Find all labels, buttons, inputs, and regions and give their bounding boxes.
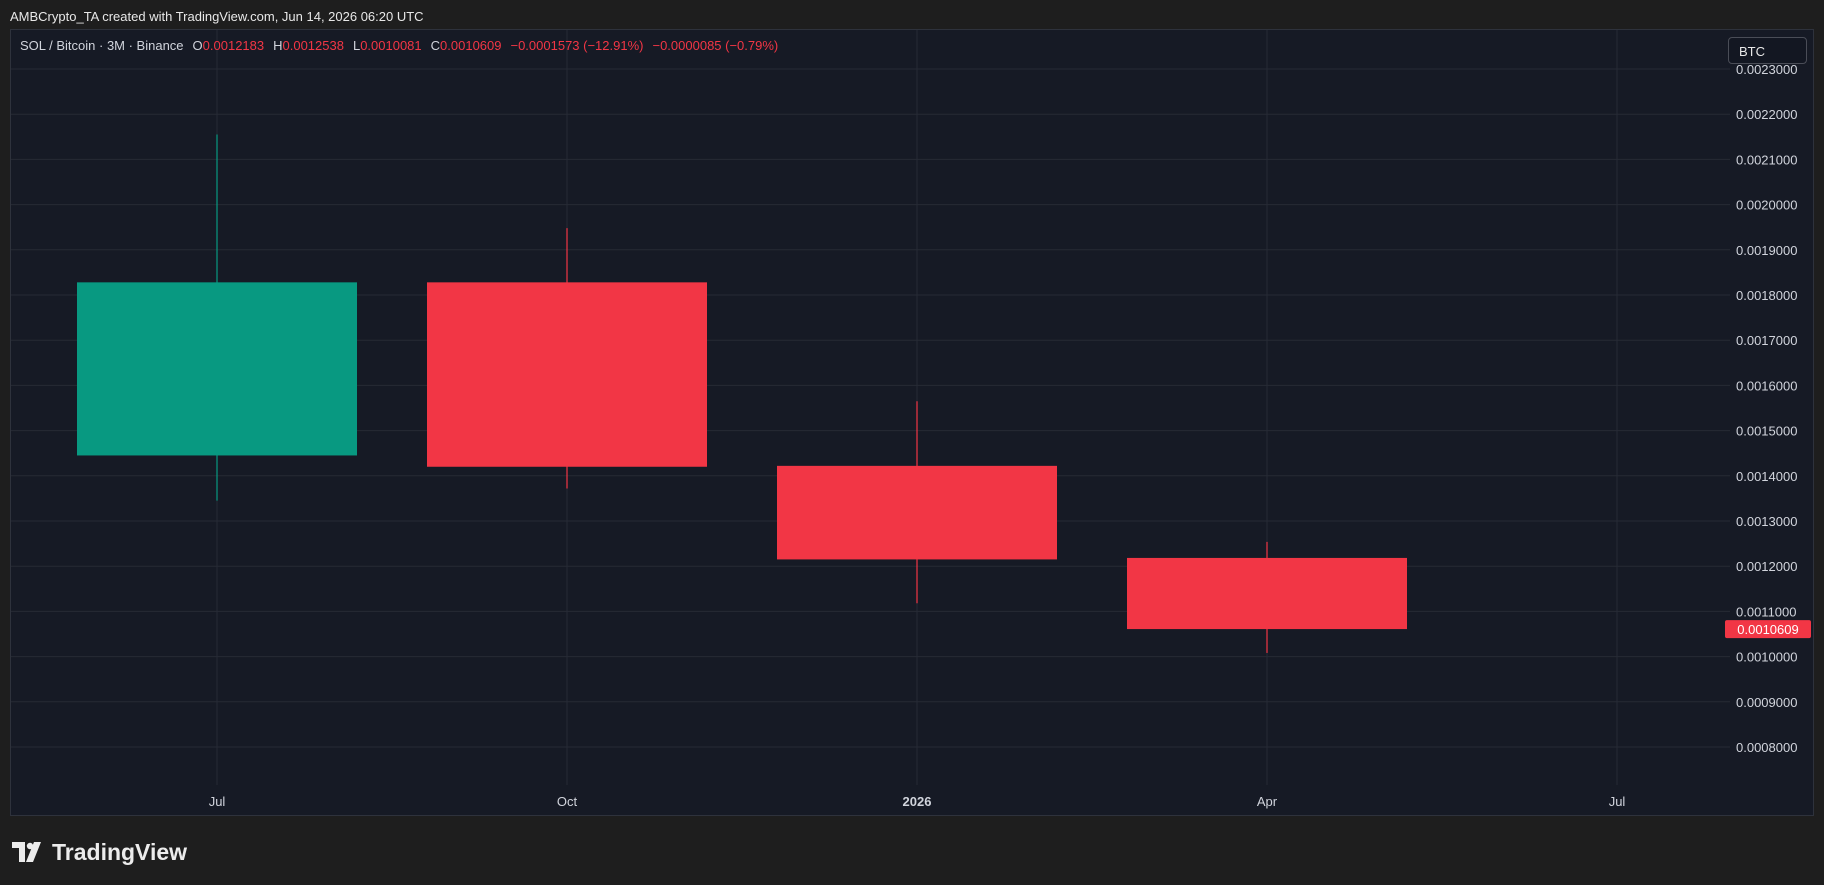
candle-body (427, 282, 707, 467)
high-label: H (273, 38, 283, 53)
high-value: 0.0012538 (282, 38, 344, 53)
tradingview-logo-icon (12, 842, 41, 862)
candle-series (77, 134, 1407, 653)
price-tick-label: 0.0016000 (1736, 378, 1797, 393)
price-tick-label: 0.0011000 (1736, 604, 1797, 619)
tradingview-logo[interactable]: TradingView (12, 839, 187, 865)
close-value: 0.0010609 (440, 38, 502, 53)
last-price-marker: 0.0010609 (1725, 620, 1811, 639)
price-tick-label: 0.0008000 (1736, 740, 1797, 755)
time-tick-label: Jul (1609, 794, 1626, 809)
time-tick-label: Jul (209, 794, 226, 809)
chart-frame[interactable]: 0.0023000 0.0022000 0.0021000 0.0020000 0.00… (10, 29, 1814, 816)
time-axis[interactable]: Jul Oct 2026 Apr Jul (209, 794, 1626, 809)
price-tick-label: 0.0010000 (1736, 650, 1797, 665)
open-label: O (192, 38, 203, 53)
time-tick-label: Apr (1257, 794, 1278, 809)
candle-body (1127, 557, 1407, 630)
open-value: 0.0012183 (202, 38, 265, 53)
symbol-title[interactable]: SOL / Bitcoin · 3M · Binance (20, 38, 184, 53)
close-label: C (430, 38, 441, 53)
time-tick-label: Oct (557, 794, 578, 809)
price-tick-label: 0.0014000 (1736, 469, 1797, 484)
candle-body (777, 465, 1057, 560)
price-tick-label: 0.0020000 (1736, 198, 1797, 213)
symbol-legend: SOL / Bitcoin · 3M · Binance O0.0012183 H0… (20, 38, 778, 54)
change-value: −0.0001573 (−12.91%) (510, 38, 644, 53)
price-tick-label: 0.0021000 (1736, 152, 1797, 167)
chart-attribution: AMBCrypto_TA created with TradingView.co… (10, 9, 424, 24)
tradingview-wordmark: TradingView (52, 838, 188, 865)
price-tick-label: 0.0013000 (1736, 514, 1797, 529)
candlestick-chart[interactable]: 0.00230000.00220000.00210000.00200000.00… (11, 30, 1813, 815)
price-tick-label: 0.0017000 (1736, 333, 1797, 348)
candle-body (77, 282, 357, 456)
price-axis[interactable]: 0.00230000.00220000.00210000.00200000.00… (1736, 62, 1797, 755)
change-value-secondary: −0.0000085 (−0.79%) (652, 38, 779, 53)
price-tick-label: 0.0022000 (1736, 107, 1797, 122)
low-value: 0.0010081 (360, 38, 422, 53)
price-tick-label: 0.0018000 (1736, 288, 1797, 303)
currency-button[interactable]: BTC (1728, 37, 1807, 64)
price-tick-label: 0.0019000 (1736, 243, 1797, 258)
price-tick-label: 0.0015000 (1736, 424, 1797, 439)
price-tick-label: 0.0009000 (1736, 695, 1797, 710)
price-tick-label: 0.0012000 (1736, 559, 1797, 574)
last-price-label: 0.0010609 (1737, 622, 1798, 637)
time-tick-label: 2026 (903, 794, 932, 809)
